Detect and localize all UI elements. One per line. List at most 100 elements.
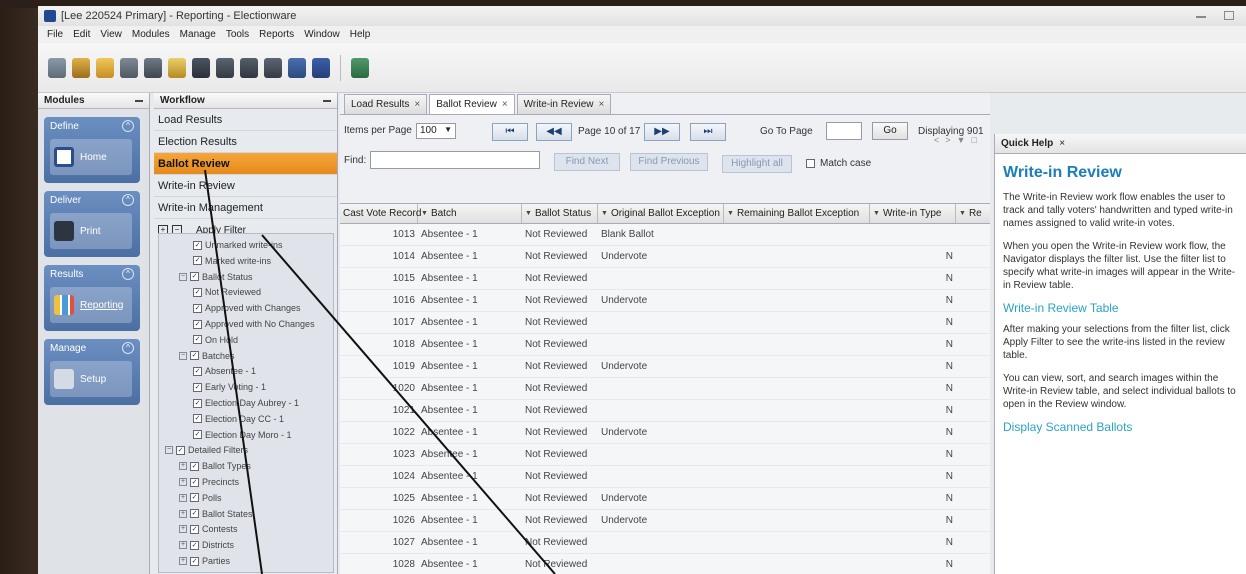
maximize-icon[interactable]: □ [971, 135, 976, 145]
filter-tree-item[interactable]: + ✓ Districts [179, 540, 234, 550]
find-next-button[interactable]: Find Next [554, 153, 620, 171]
table-row[interactable]: 1015 Absentee - 1 Not Reviewed N [340, 268, 990, 290]
close-icon[interactable]: × [414, 99, 420, 110]
expand-icon[interactable]: + [179, 541, 187, 550]
last-page-button[interactable]: ⏭ [690, 123, 726, 141]
column-header-batch[interactable]: ▼ Batch [418, 204, 522, 223]
minimize-icon[interactable] [323, 100, 331, 102]
server-icon[interactable] [144, 57, 162, 78]
close-icon[interactable]: × [1059, 138, 1065, 149]
filter-tree-item[interactable]: ✓ Election Day Moro - 1 [193, 430, 292, 440]
filter-checkbox[interactable]: ✓ [176, 445, 185, 455]
table-row[interactable]: 1022 Absentee - 1 Not Reviewed Undervote N [340, 422, 990, 444]
filter-tree-item[interactable]: ✓ Unmarked write-ins [193, 240, 283, 250]
filter-tree-item[interactable]: ✓ Election Day CC - 1 [193, 414, 284, 424]
minimize-icon[interactable] [135, 100, 143, 102]
filter-tree-item[interactable]: ✓ On Hold [193, 335, 238, 345]
device-icon[interactable] [216, 57, 234, 78]
table-row[interactable]: 1019 Absentee - 1 Not Reviewed Undervote N [340, 356, 990, 378]
help-link-write-in-review-table[interactable]: Write-in Review Table [1003, 302, 1238, 315]
filter-checkbox[interactable]: ✓ [193, 430, 202, 440]
table-row[interactable]: 1017 Absentee - 1 Not Reviewed N [340, 312, 990, 334]
filter-checkbox[interactable]: ✓ [190, 477, 199, 487]
collapse-icon[interactable]: − [179, 272, 187, 281]
expand-icon[interactable]: + [179, 509, 187, 518]
filter-tree-item[interactable]: + ✓ Contests [179, 524, 238, 534]
previous-page-button[interactable]: ◀◀ [536, 123, 572, 141]
archive-icon[interactable] [264, 57, 282, 78]
table-row[interactable]: 1024 Absentee - 1 Not Reviewed N [340, 466, 990, 488]
filter-tree-item[interactable]: − ✓ Batches [179, 351, 235, 361]
user-icon[interactable] [288, 57, 306, 78]
menu-reports[interactable]: Reports [254, 29, 299, 40]
highlight-all-button[interactable]: Highlight all [722, 155, 792, 173]
next-page-button[interactable]: ▶▶ [644, 123, 680, 141]
dollar-icon[interactable] [351, 57, 369, 78]
filter-checkbox[interactable]: ✓ [190, 556, 199, 566]
transfer-icon[interactable] [72, 57, 90, 78]
filter-checkbox[interactable]: ✓ [190, 461, 199, 471]
expand-icon[interactable]: + [179, 557, 187, 565]
table-row[interactable]: 1027 Absentee - 1 Not Reviewed N [340, 532, 990, 554]
expand-icon[interactable]: + [179, 493, 187, 502]
expand-icon[interactable]: + [179, 525, 187, 534]
table-row[interactable]: 1013 Absentee - 1 Not Reviewed Blank Ballot [340, 224, 990, 246]
filter-checkbox[interactable]: ✓ [190, 509, 199, 519]
print-button[interactable]: Print [50, 213, 132, 249]
filter-checkbox[interactable]: ✓ [193, 287, 202, 297]
filter-checkbox[interactable]: ✓ [190, 272, 199, 282]
menu-file[interactable]: File [42, 29, 68, 40]
filter-tree-item[interactable]: ✓ Early Voting - 1 [193, 382, 266, 392]
find-input[interactable] [370, 151, 540, 169]
find-previous-button[interactable]: Find Previous [630, 153, 708, 171]
filter-tree-item[interactable]: ✓ Approved with No Changes [193, 319, 315, 329]
filter-checkbox[interactable]: ✓ [193, 303, 202, 313]
filter-tree-item[interactable]: ✓ Approved with Changes [193, 303, 301, 313]
filter-checkbox[interactable]: ✓ [190, 540, 199, 550]
menu-view[interactable]: View [95, 29, 127, 40]
filter-tree-item[interactable]: ✓ Election Day Aubrey - 1 [193, 398, 299, 408]
column-header-remaining-ballot-exception[interactable]: ▼ Remaining Ballot Exception [724, 204, 870, 223]
tab-load-results[interactable]: Load Results × [344, 94, 428, 114]
filter-tree-item[interactable]: + ✓ Precincts [179, 477, 239, 487]
workflow-item-load-results[interactable]: Load Results [154, 109, 337, 131]
chevron-up-icon[interactable]: ^ [122, 342, 134, 354]
filter-tree-item[interactable]: − ✓ Ballot Status [179, 272, 253, 282]
column-header-ballot-status[interactable]: ▼ Ballot Status [522, 204, 598, 223]
filter-checkbox[interactable]: ✓ [193, 382, 202, 392]
menu-help[interactable]: Help [345, 29, 376, 40]
column-header-write-in-type[interactable]: ▼ Write-in Type [870, 204, 956, 223]
collapse-icon[interactable]: − [165, 446, 173, 455]
chevron-right-icon[interactable]: > [945, 135, 950, 145]
chevron-down-icon[interactable]: ▼ [957, 135, 966, 145]
grid-icon[interactable] [48, 57, 66, 78]
filter-checkbox[interactable]: ✓ [193, 256, 202, 266]
setup-button[interactable]: Setup [50, 361, 132, 397]
table-row[interactable]: 1020 Absentee - 1 Not Reviewed N [340, 378, 990, 400]
filter-checkbox[interactable]: ✓ [190, 351, 199, 361]
close-icon[interactable]: × [599, 99, 605, 110]
filter-tree-item[interactable]: ✓ Not Reviewed [193, 287, 261, 297]
workflow-item-write-in-management[interactable]: Write-in Management [154, 197, 337, 219]
help-link-display-scanned-ballots[interactable]: Display Scanned Ballots [1003, 421, 1238, 434]
chart-icon[interactable] [168, 57, 186, 78]
filter-checkbox[interactable]: ✓ [193, 398, 202, 408]
home-button[interactable]: Home [50, 139, 132, 175]
table-row[interactable]: 1021 Absentee - 1 Not Reviewed N [340, 400, 990, 422]
filter-checkbox[interactable]: ✓ [193, 240, 202, 250]
tab-ballot-review[interactable]: Ballot Review × [429, 94, 515, 114]
filter-checkbox[interactable]: ✓ [193, 335, 202, 345]
table-row[interactable]: 1026 Absentee - 1 Not Reviewed Undervote N [340, 510, 990, 532]
column-header-cast-vote-record[interactable]: Cast Vote Record [340, 204, 421, 223]
menu-modules[interactable]: Modules [127, 29, 175, 40]
table-row[interactable]: 1023 Absentee - 1 Not Reviewed N [340, 444, 990, 466]
table-row[interactable]: 1014 Absentee - 1 Not Reviewed Undervote N [340, 246, 990, 268]
filter-tree-item[interactable]: + ✓ Ballot Types [179, 461, 251, 471]
table-row[interactable]: 1018 Absentee - 1 Not Reviewed N [340, 334, 990, 356]
match-case-checkbox[interactable] [806, 159, 815, 168]
folder-icon[interactable] [96, 57, 114, 78]
printer-icon[interactable] [192, 57, 210, 78]
expand-icon[interactable]: + [179, 462, 187, 471]
restore-icon[interactable] [1224, 11, 1234, 20]
stack-icon[interactable] [120, 57, 138, 78]
